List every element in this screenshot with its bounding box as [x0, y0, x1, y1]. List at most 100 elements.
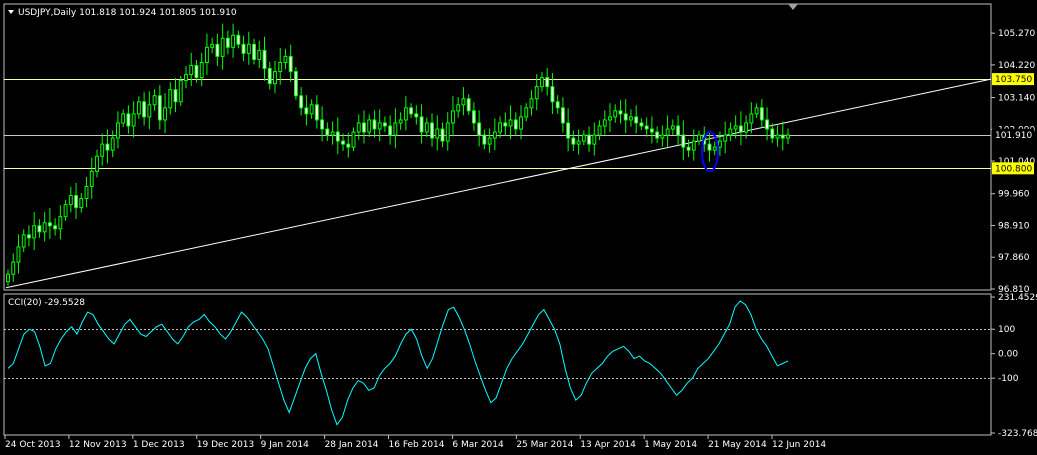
candle-body [524, 107, 529, 118]
time-tick-label: 28 Jan 2014 [325, 440, 379, 450]
candle-body [581, 134, 586, 142]
candle-body [697, 134, 701, 142]
candle-body [550, 86, 555, 103]
candle-body [252, 43, 256, 60]
time-tick-label: 12 Jun 2014 [772, 440, 826, 450]
level-label: 100.800 [995, 164, 1032, 174]
candle-body [283, 55, 288, 63]
candle [178, 76, 183, 106]
candle-body [398, 119, 403, 124]
candle-body [178, 80, 183, 103]
candle-body [482, 134, 487, 145]
candle-body [241, 43, 246, 54]
candle-body [74, 195, 78, 209]
candle-body [32, 225, 37, 239]
candle-body [95, 155, 99, 172]
candle-body [503, 122, 508, 127]
candle-body [110, 137, 115, 151]
cci-tick-label: 0.00 [998, 350, 1018, 360]
candle-body [126, 113, 131, 127]
candle-body [477, 122, 482, 136]
price-tick-label: 97.860 [998, 253, 1030, 263]
cci-tick-label: 100 [998, 325, 1015, 335]
candle-body [262, 49, 267, 70]
candle-body [555, 101, 560, 109]
price-tick-label: 105.270 [998, 29, 1035, 39]
candle-body [440, 128, 445, 142]
candle-body [341, 140, 345, 145]
time-tick-label: 25 Mar 2014 [516, 440, 573, 450]
candle-body [351, 131, 356, 148]
candle-body [215, 43, 220, 57]
candle-body [529, 98, 534, 109]
candle-body [738, 125, 743, 133]
candle-body [220, 37, 225, 57]
candle-body [718, 140, 722, 148]
candle-body [419, 116, 424, 133]
candle-body [613, 110, 618, 118]
candle-body [147, 104, 152, 118]
candle-body [189, 64, 194, 76]
candle-body [445, 122, 450, 142]
candle-body [560, 107, 565, 124]
candle-body [204, 46, 209, 63]
candle-body [728, 128, 733, 136]
candle-body [430, 122, 434, 139]
candle-body [775, 134, 780, 139]
candle-body [304, 107, 309, 115]
candle-body [686, 146, 691, 151]
candle-body [58, 216, 63, 230]
candle-body [602, 119, 607, 127]
cci-tick-label: -323.768 [998, 429, 1037, 439]
time-tick-label: 12 Nov 2013 [69, 440, 127, 450]
candle-body [152, 95, 157, 106]
candle-body [330, 131, 335, 136]
chart-header: USDJPY,Daily 101.818 101.924 101.805 101… [18, 8, 237, 18]
candle-body [273, 71, 277, 85]
candle-body [225, 37, 230, 48]
candle-body [168, 89, 173, 109]
candle-body [388, 125, 393, 136]
candle-body [424, 122, 429, 133]
candle-body [754, 107, 759, 115]
candle-body [367, 119, 372, 133]
price-axis: 105.270104.220103.140102.090101.04099.96… [991, 29, 1035, 295]
candle-body [27, 234, 31, 239]
candle-body [42, 222, 47, 233]
candle-body [372, 119, 377, 130]
candle-body [471, 110, 476, 124]
candle-body [257, 49, 262, 60]
candle-body [267, 68, 272, 85]
level-label: 101.910 [995, 131, 1032, 141]
chart-background [0, 0, 1037, 455]
candle-body [576, 140, 581, 145]
price-tick-label: 104.220 [998, 61, 1035, 71]
candle-body [231, 34, 236, 48]
candle-body [571, 137, 576, 145]
candle-body [246, 43, 251, 54]
candle-body [676, 125, 680, 136]
candle-body [293, 71, 298, 97]
candle-body [163, 107, 167, 121]
candle-body [513, 119, 518, 130]
time-tick-label: 13 Apr 2014 [580, 440, 636, 450]
candle-body [744, 122, 749, 133]
candle-body [456, 104, 461, 112]
candle-body [723, 134, 728, 142]
candle-body [451, 110, 455, 124]
candle-body [377, 122, 382, 130]
candle-body [508, 119, 513, 127]
candle-body [236, 34, 241, 45]
candle-body [403, 107, 408, 121]
cci-tick-label: 231.4529 [998, 293, 1037, 303]
time-tick-label: 1 May 2014 [644, 440, 697, 450]
candle-body [105, 143, 110, 151]
candle-body [435, 128, 440, 139]
candle-body [681, 134, 686, 148]
candle-body [79, 198, 84, 209]
candle-body [519, 116, 523, 130]
candle-body [670, 125, 675, 130]
candle-body [278, 61, 283, 73]
candle-body [288, 55, 293, 73]
candle-body [131, 113, 136, 127]
